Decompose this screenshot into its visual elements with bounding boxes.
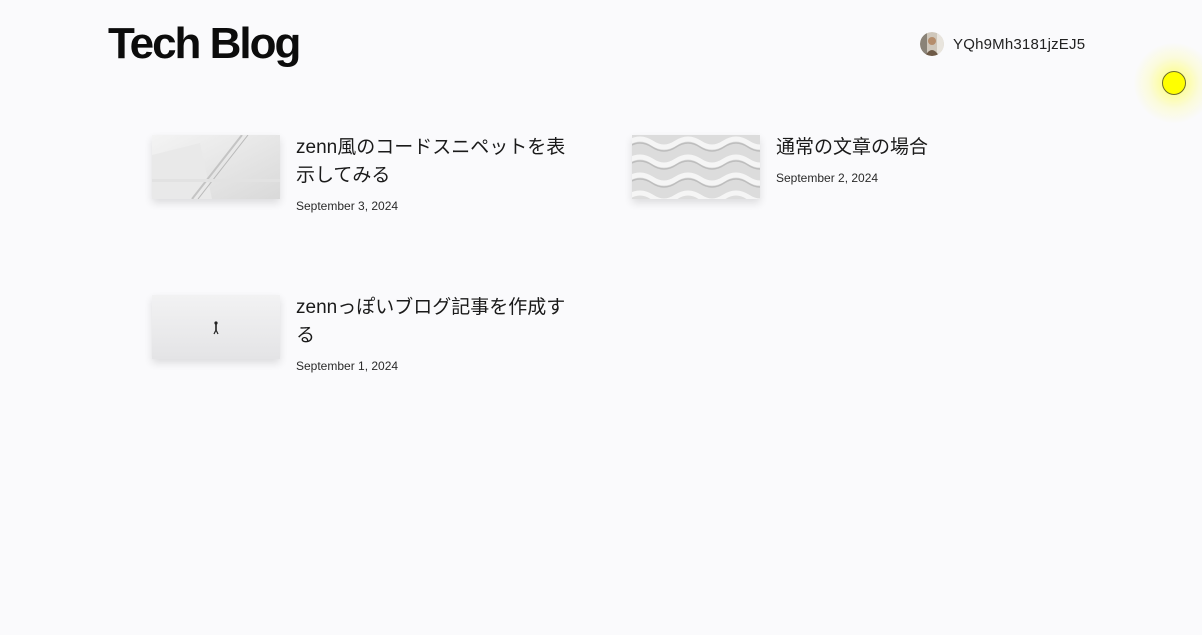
post-date: September 3, 2024 bbox=[296, 199, 399, 213]
post-title[interactable]: zenn風のコードスニペットを表示してみる bbox=[296, 134, 566, 190]
post-title[interactable]: 通常の文章の場合 bbox=[776, 134, 1046, 162]
site-title[interactable]: Tech Blog bbox=[108, 18, 301, 70]
post-date: September 2, 2024 bbox=[776, 171, 879, 185]
post-date: September 1, 2024 bbox=[296, 359, 399, 373]
post-card[interactable]: zenn風のコードスニペットを表示してみる September 3, 2024 bbox=[152, 135, 566, 214]
post-thumbnail[interactable] bbox=[152, 135, 280, 199]
post-thumbnail[interactable] bbox=[152, 295, 280, 359]
post-thumbnail[interactable] bbox=[632, 135, 760, 199]
user-profile[interactable]: YQh9Mh3181jzEJ5 bbox=[920, 32, 1085, 56]
post-card[interactable]: zennっぽいブログ記事を作成する September 1, 2024 bbox=[152, 295, 566, 374]
post-title[interactable]: zennっぽいブログ記事を作成する bbox=[296, 294, 566, 350]
cursor-highlight bbox=[1134, 43, 1202, 123]
avatar[interactable] bbox=[920, 32, 944, 56]
cursor-icon bbox=[1162, 71, 1186, 95]
page: Tech Blog YQh9Mh3181jzEJ5 zenn風のコードスニペット… bbox=[0, 0, 1202, 635]
post-card[interactable]: 通常の文章の場合 September 2, 2024 bbox=[632, 135, 1046, 199]
username[interactable]: YQh9Mh3181jzEJ5 bbox=[953, 36, 1085, 53]
